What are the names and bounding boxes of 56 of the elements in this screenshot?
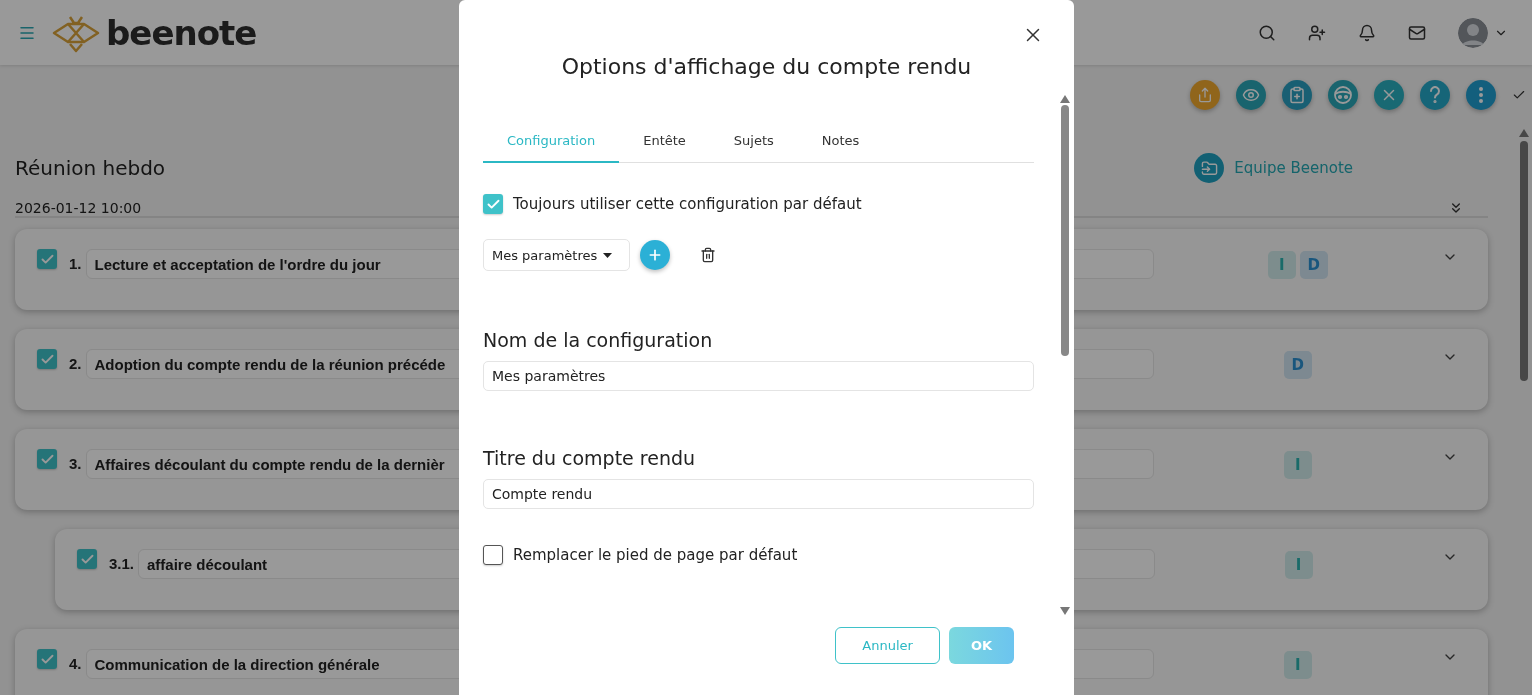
checkbox-label: Remplacer le pied de page par défaut [513,546,798,564]
eye-icon [1242,86,1260,104]
plus-icon [647,247,663,263]
item-number: 3.1. [109,554,135,574]
item-number: 3. [69,454,82,474]
toolbar-button[interactable] [1420,80,1450,110]
add-button[interactable] [640,240,670,270]
meeting-date: 2026-01-12 10:00 [15,200,142,216]
checkbox[interactable] [483,545,503,565]
search-icon[interactable] [1258,23,1276,42]
logo-text: beenote [106,12,257,53]
add-user-icon[interactable] [1308,23,1326,42]
dialog-title: Options d'affichage du compte rendu [560,53,973,81]
toolbar-button[interactable] [1282,80,1312,110]
scroll-down-arrow-icon[interactable] [1060,607,1070,615]
meeting-title: Réunion hebdo [15,156,166,180]
checkbox[interactable] [37,249,57,269]
bell-icon[interactable] [1358,23,1376,42]
scroll-up-arrow-icon[interactable] [1060,95,1070,103]
toolbar-button[interactable] [1236,80,1266,110]
text-field[interactable]: Compte rendu [483,479,1034,509]
question-mark-icon [1427,86,1443,104]
toolbar-button[interactable] [1466,80,1496,110]
clipboard-plus-icon [1288,86,1306,104]
text-field[interactable]: Mes paramètres [483,361,1034,391]
checkbox-label: Toujours utiliser cette configuration par défaut [513,195,862,213]
checkbox[interactable] [483,194,503,214]
more-icon [1479,87,1483,103]
tab[interactable]: Notes [797,120,884,163]
tab[interactable]: Sujets [709,120,798,163]
tab[interactable]: Entête [619,120,710,163]
trash-icon [700,247,716,263]
checkbox[interactable] [37,649,57,669]
avatar[interactable] [1458,17,1488,48]
share-icon [1197,87,1213,103]
head-icon [1334,86,1352,104]
item-number: 2. [69,354,82,374]
dropdown-arrow-icon [603,252,613,258]
checkbox[interactable] [37,349,57,369]
item-number: 1. [69,254,82,274]
toolbar-button[interactable] [1374,80,1404,110]
toolbar-button[interactable] [1190,80,1220,110]
scroll-up-arrow-icon[interactable] [1519,129,1529,137]
scrollbar-thumb[interactable] [1061,105,1069,356]
checkbox[interactable] [77,549,97,569]
delete-button[interactable] [700,247,716,263]
scrollbar-thumb[interactable] [1520,141,1528,381]
checkbox[interactable] [37,449,57,469]
mail-icon[interactable] [1408,23,1426,42]
check-icon[interactable] [1512,88,1526,102]
folder-icon [1200,159,1218,177]
field-label: Nom de la configuration [483,329,714,351]
toolbar-button[interactable] [1328,80,1358,110]
item-number: 4. [69,654,82,674]
preset-dropdown[interactable]: Mes paramètres [483,239,630,271]
field-label: Titre du compte rendu [483,447,697,469]
